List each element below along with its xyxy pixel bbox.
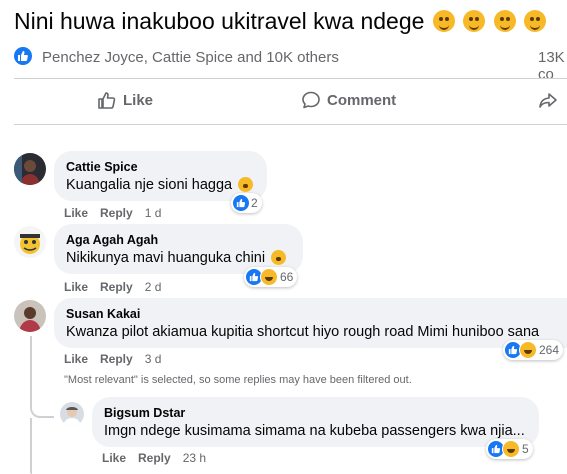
- kissing-heart-icon: [493, 10, 516, 32]
- post-text: Nini huwa inakuboo ukitravel kwa ndege: [14, 6, 546, 36]
- reaction-count: 264: [539, 343, 560, 357]
- reply-text: Imgn ndege kusimama simama na kubeba pas…: [104, 423, 525, 439]
- like-reaction-icon: [233, 195, 249, 211]
- reply-reply-link[interactable]: Reply: [138, 451, 171, 465]
- avatar[interactable]: [14, 226, 46, 258]
- comment-timestamp[interactable]: 2 d: [145, 280, 162, 294]
- divider-top: [14, 78, 567, 79]
- comment-reply-link[interactable]: Reply: [100, 206, 133, 220]
- comment-author[interactable]: Cattie Spice: [66, 159, 255, 175]
- comment-text: Kwanza pilot akiamua kupitia shortcut hi…: [66, 324, 540, 340]
- comment-like-link[interactable]: Like: [64, 280, 88, 294]
- like-button-label: Like: [123, 91, 154, 109]
- reply-meta: Like Reply 23 h: [102, 451, 206, 465]
- kissing-heart-icon: [463, 10, 486, 32]
- reaction-count: 5: [522, 442, 529, 456]
- joy-icon: [523, 10, 546, 32]
- avatar[interactable]: [60, 402, 84, 426]
- comment-timestamp[interactable]: 1 d: [145, 206, 162, 220]
- reaction-count: 2: [251, 196, 258, 210]
- haha-reaction-icon: [502, 440, 520, 458]
- kissing-heart-icon: [432, 10, 455, 32]
- comment-meta: Like Reply 3 d: [64, 352, 161, 366]
- comment-reactions[interactable]: 264: [503, 340, 564, 360]
- reaction-summary: Penchez Joyce, Cattie Spice and 10K othe…: [14, 47, 567, 83]
- reply-timestamp[interactable]: 23 h: [183, 451, 206, 465]
- filter-notice: "Most relevant" is selected, so some rep…: [64, 374, 412, 386]
- divider-bottom: [14, 124, 567, 125]
- comment-button[interactable]: Comment: [301, 90, 396, 110]
- grimacing-face-icon: [238, 177, 254, 192]
- reply-thread-line-continue: [30, 418, 32, 474]
- haha-reaction-icon: [519, 341, 537, 359]
- reply-author[interactable]: Bigsum Dstar: [104, 405, 527, 421]
- comment-meta: Like Reply 1 d: [64, 206, 161, 220]
- crying-face-icon: [271, 250, 287, 265]
- comment-icon: [302, 91, 320, 109]
- comment-text: Kuangalia nje sioni hagga: [66, 175, 255, 195]
- comment-button-label: Comment: [327, 91, 397, 109]
- comment-like-link[interactable]: Like: [64, 352, 88, 366]
- comment-reactions[interactable]: 2: [231, 193, 262, 213]
- reply-bubble: Bigsum Dstar Imgn ndege kusimama simama …: [92, 397, 539, 447]
- like-reaction-icon: [14, 47, 32, 65]
- comment-author[interactable]: Aga Agah Agah: [66, 232, 291, 248]
- comment-text: Nikikunya mavi huanguka chini: [66, 248, 291, 268]
- comment-timestamp[interactable]: 3 d: [145, 352, 162, 366]
- comment-reactions[interactable]: 66: [244, 267, 298, 287]
- share-button[interactable]: [538, 90, 558, 110]
- comment-reply-link[interactable]: Reply: [100, 352, 133, 366]
- reply-reactions[interactable]: 5: [486, 439, 533, 459]
- share-icon: [539, 93, 557, 108]
- thumbs-up-icon: [98, 92, 116, 109]
- comment-like-link[interactable]: Like: [64, 206, 88, 220]
- action-bar: Like Comment: [0, 82, 567, 118]
- avatar[interactable]: [14, 153, 46, 185]
- comment-meta: Like Reply 2 d: [64, 280, 161, 294]
- comment-author[interactable]: Susan Kakai: [66, 306, 555, 322]
- reply-like-link[interactable]: Like: [102, 451, 126, 465]
- comment-reply-link[interactable]: Reply: [100, 280, 133, 294]
- reactor-names[interactable]: Penchez Joyce, Cattie Spice and 10K othe…: [42, 49, 339, 66]
- reply-thread-line: [30, 336, 54, 418]
- avatar[interactable]: [14, 300, 46, 332]
- post-text-content: Nini huwa inakuboo ukitravel kwa ndege: [14, 8, 425, 34]
- like-button[interactable]: Like: [97, 90, 153, 110]
- haha-reaction-icon: [260, 268, 278, 286]
- comment-bubble: Susan Kakai Kwanza pilot akiamua kupitia…: [54, 298, 567, 348]
- reaction-count: 66: [280, 270, 294, 284]
